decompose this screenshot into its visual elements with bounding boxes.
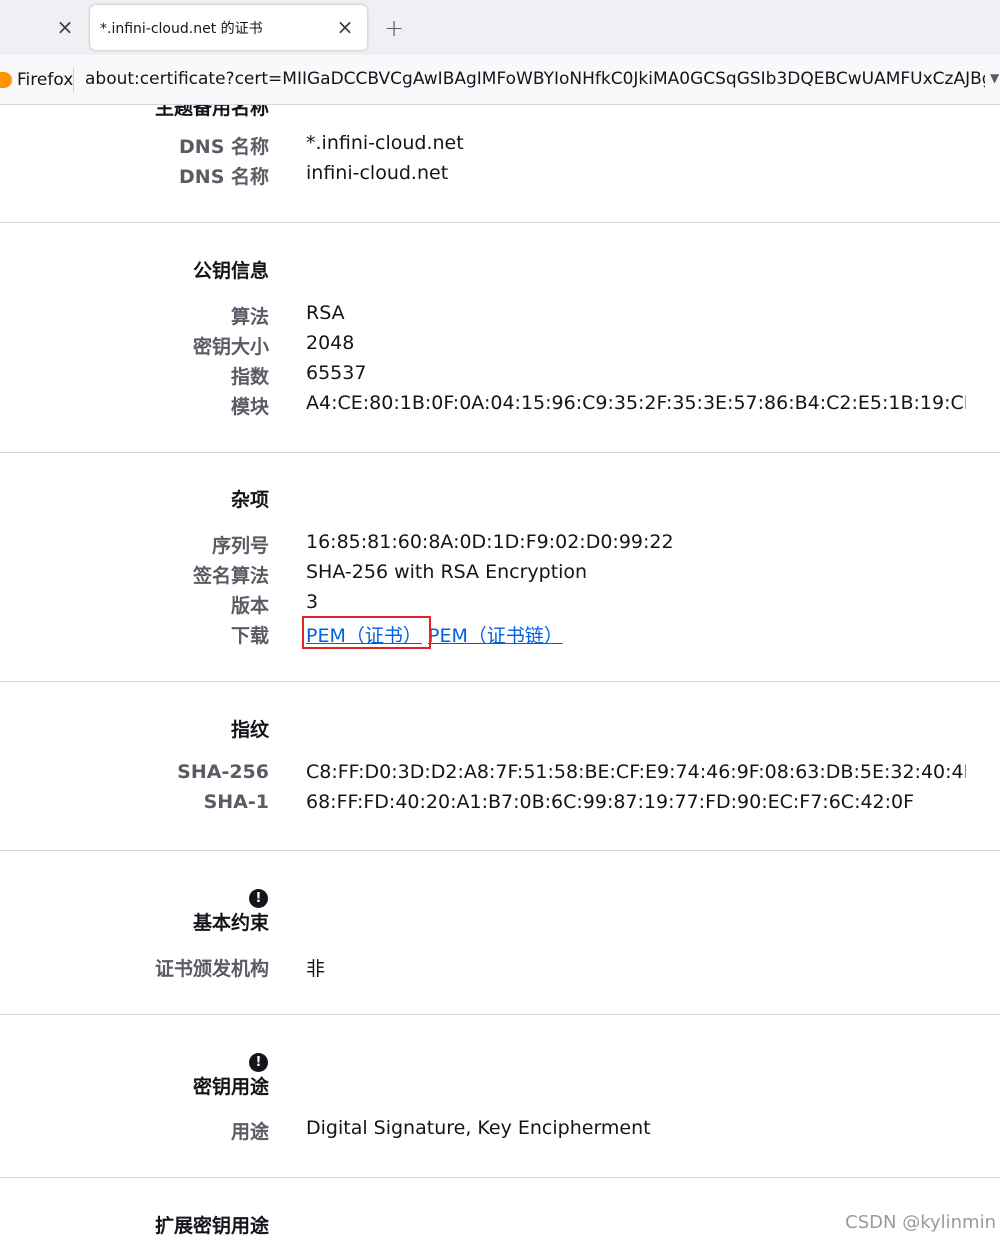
field-label: DNS 名称 [179, 166, 269, 188]
field-label: 算法 [230, 306, 269, 328]
download-pem-chain-link[interactable]: PEM（证书链） [428, 621, 563, 648]
field-label: SHA-256 [177, 761, 269, 783]
field-label: 密钥大小 [192, 336, 269, 358]
new-tab-button[interactable]: + [380, 14, 408, 42]
field-value: 16:85:81:60:8A:0D:1D:F9:02:D0:99:22 [306, 531, 674, 553]
url-input[interactable]: about:certificate?cert=MIIGaDCCBVCgAwIBA… [85, 69, 985, 89]
field-value: A4:CE:80:1B:0F:0A:04:15:96:C9:35:2F:35:3… [306, 392, 966, 414]
tab-strip: × *.infini-cloud.net 的证书 × + [0, 0, 1000, 55]
tab-title: *.infini-cloud.net 的证书 [100, 21, 263, 37]
identity-label: Firefox [17, 70, 74, 90]
field-label: 证书颁发机构 [154, 958, 269, 980]
navigation-bar: Firefox about:certificate?cert=MIIGaDCCB… [0, 55, 1000, 105]
chevron-down-icon[interactable]: ▼ [990, 71, 1000, 85]
section-title-san: 主题备用名称 [154, 105, 269, 119]
field-value: 3 [306, 591, 319, 613]
field-label: 序列号 [211, 535, 269, 557]
field-value: 65537 [306, 362, 367, 384]
firefox-icon [0, 72, 12, 88]
field-label: SHA-1 [203, 791, 269, 813]
watermark: CSDN @kylinmin [845, 1212, 996, 1233]
field-label: DNS 名称 [179, 136, 269, 158]
section-title-misc: 杂项 [230, 489, 269, 511]
section-divider [0, 681, 1000, 682]
section-divider [0, 222, 1000, 223]
field-value: 非 [306, 958, 326, 980]
critical-extension-icon: ! [249, 889, 268, 908]
certificate-content: 主题备用名称 DNS 名称 *.infini-cloud.net DNS 名称 … [0, 105, 1000, 1243]
field-value: SHA-256 with RSA Encryption [306, 561, 588, 583]
section-divider [0, 1014, 1000, 1015]
tab-certificate[interactable]: *.infini-cloud.net 的证书 × [90, 5, 367, 50]
field-label: 下载 [230, 625, 269, 647]
highlight-annotation [302, 616, 431, 649]
close-tab-icon[interactable]: × [333, 15, 357, 39]
field-value: Digital Signature, Key Encipherment [306, 1117, 651, 1139]
field-value: RSA [306, 302, 345, 324]
section-title-basic-constraints: 基本约束 [192, 912, 269, 934]
field-value: *.infini-cloud.net [306, 132, 464, 154]
field-label: 版本 [230, 595, 269, 617]
field-value: 68:FF:FD:40:20:A1:B7:0B:6C:99:87:19:77:F… [306, 791, 915, 813]
critical-extension-icon: ! [249, 1053, 268, 1072]
close-tab-icon[interactable]: × [52, 14, 78, 40]
section-title-ext-key-usages: 扩展密钥用途 [154, 1215, 269, 1237]
field-label: 用途 [230, 1121, 269, 1143]
field-value: 2048 [306, 332, 355, 354]
section-divider [0, 850, 1000, 851]
section-title-key-usages: 密钥用途 [192, 1076, 269, 1098]
section-title-public-key: 公钥信息 [192, 260, 269, 282]
identity-box[interactable]: Firefox [0, 67, 73, 93]
url-divider [73, 68, 74, 92]
field-label: 模块 [230, 396, 269, 418]
field-label: 签名算法 [192, 565, 269, 587]
field-label: 指数 [230, 366, 269, 388]
field-value: infini-cloud.net [306, 162, 449, 184]
section-title-fingerprints: 指纹 [230, 719, 269, 741]
section-divider [0, 1177, 1000, 1178]
field-value: C8:FF:D0:3D:D2:A8:7F:51:58:BE:CF:E9:74:4… [306, 761, 966, 783]
section-divider [0, 452, 1000, 453]
